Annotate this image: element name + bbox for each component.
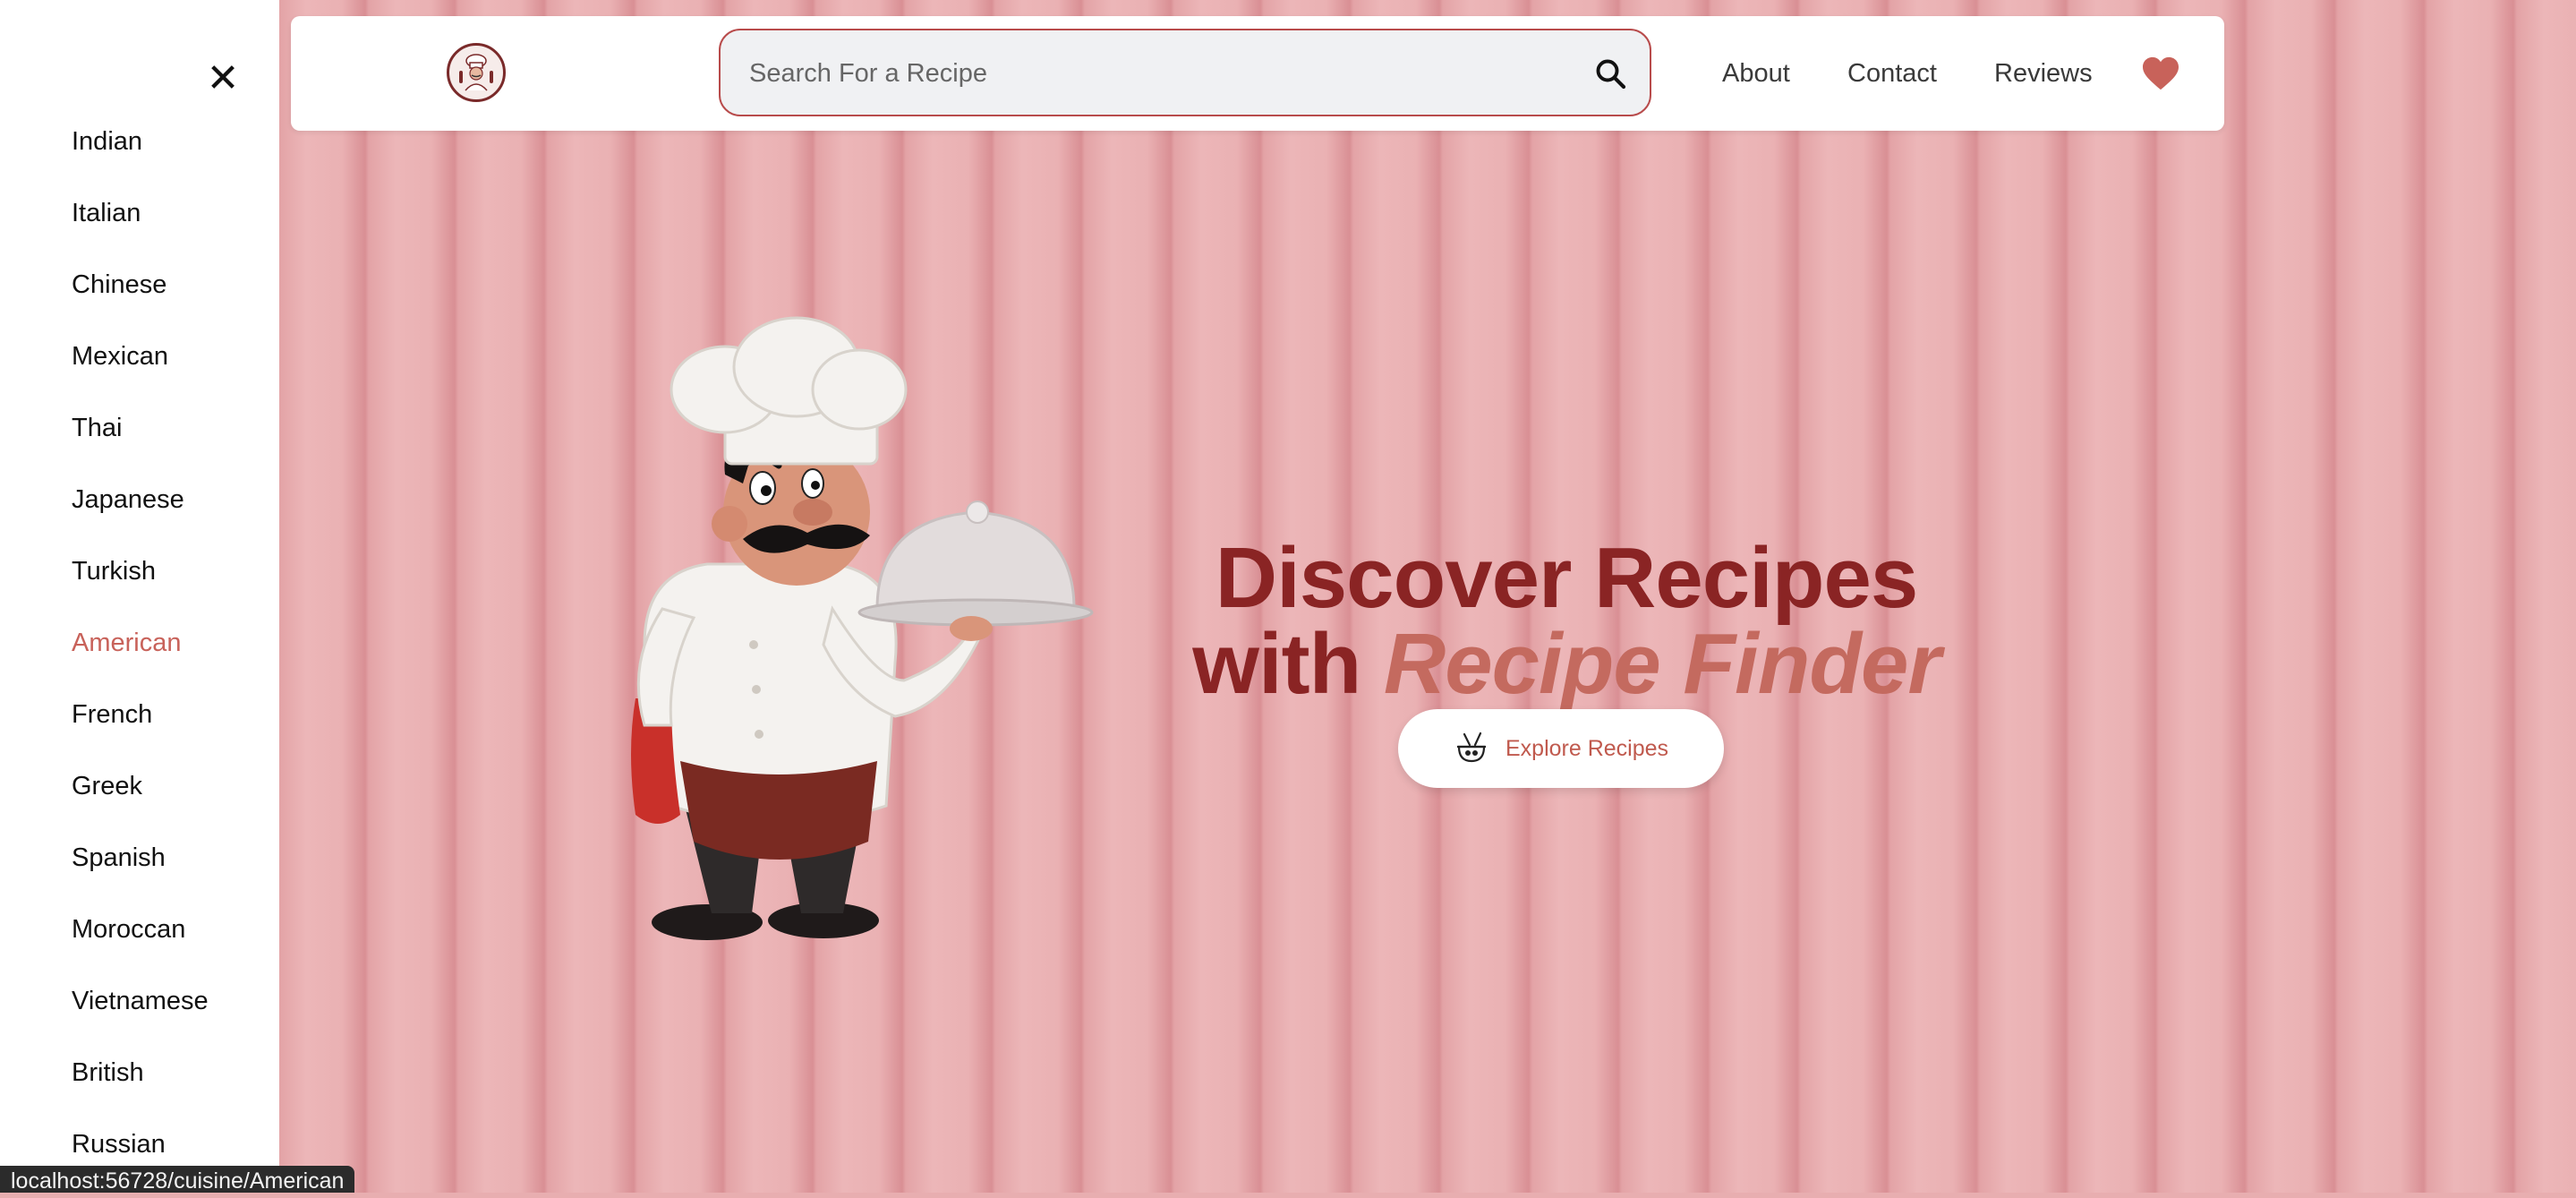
explore-recipes-label: Explore Recipes: [1505, 735, 1669, 761]
cuisine-sidebar: ✕ Indian Italian Chinese Mexican Thai Ja…: [0, 0, 279, 1193]
sidebar-item-spanish[interactable]: Spanish: [72, 840, 209, 911]
top-header: About Contact Reviews: [291, 16, 2224, 131]
hero-title-with: with: [1192, 616, 1361, 713]
nav-reviews-link[interactable]: Reviews: [1994, 59, 2093, 89]
close-icon[interactable]: ✕: [204, 56, 242, 100]
sidebar-item-moroccan[interactable]: Moroccan: [72, 911, 209, 983]
hero-title: Discover Recipes with Recipe Finder: [1164, 535, 1969, 707]
hero-title-line1: Discover Recipes: [1215, 530, 1918, 627]
sidebar-item-mexican[interactable]: Mexican: [72, 338, 209, 410]
sidebar-item-italian[interactable]: Italian: [72, 195, 209, 267]
nav-about-link[interactable]: About: [1722, 59, 1790, 89]
sidebar-item-american[interactable]: American: [72, 625, 209, 697]
sidebar-item-british[interactable]: British: [72, 1055, 209, 1126]
heart-icon[interactable]: [2141, 56, 2180, 91]
hero-title-accent: Recipe Finder: [1383, 616, 1941, 713]
sidebar-item-vietnamese[interactable]: Vietnamese: [72, 983, 209, 1055]
search-icon[interactable]: [1594, 57, 1626, 90]
explore-recipes-button[interactable]: Explore Recipes: [1398, 709, 1724, 788]
sidebar-item-indian[interactable]: Indian: [72, 124, 209, 195]
chef-logo-icon[interactable]: [447, 43, 506, 102]
sidebar-item-japanese[interactable]: Japanese: [72, 482, 209, 553]
nav-contact-link[interactable]: Contact: [1847, 59, 1937, 89]
status-bar-url: localhost:56728/cuisine/American: [0, 1166, 355, 1194]
cuisine-list: Indian Italian Chinese Mexican Thai Japa…: [72, 124, 209, 1198]
sidebar-item-chinese[interactable]: Chinese: [72, 267, 209, 338]
sidebar-item-french[interactable]: French: [72, 697, 209, 768]
sidebar-item-thai[interactable]: Thai: [72, 410, 209, 482]
recipe-search-box: [719, 29, 1651, 116]
sidebar-item-turkish[interactable]: Turkish: [72, 553, 209, 625]
search-input[interactable]: [747, 30, 1574, 116]
cooking-bowl-icon: [1456, 732, 1486, 763]
chef-with-cloche-illustration: [631, 316, 1094, 940]
sidebar-item-greek[interactable]: Greek: [72, 768, 209, 840]
